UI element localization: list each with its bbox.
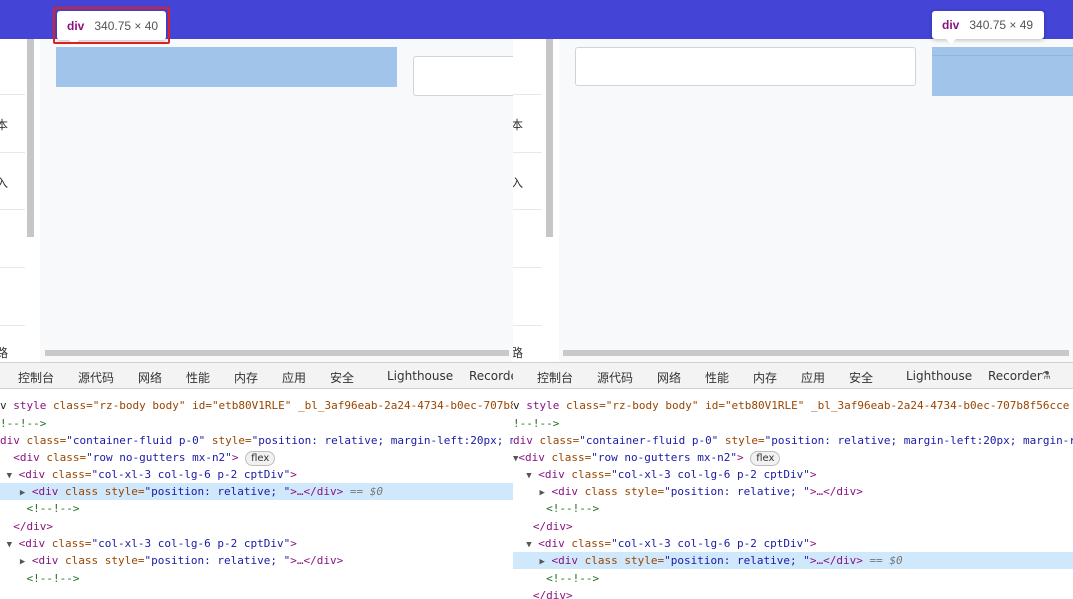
dom-row[interactable]: v style class="rz-body body" id="etb80V1… (513, 397, 1073, 414)
elements-tree: v style class="rz-body body" id="etb80V1… (0, 389, 513, 599)
dom-row[interactable]: ▶ <div class style="position: relative; … (513, 483, 1073, 500)
dom-row[interactable]: <!--!--> (0, 500, 513, 517)
sidebar-scrollbar[interactable] (546, 39, 553, 237)
dom-row[interactable]: ▼ <div class="col-xl-3 col-lg-6 p-2 cptD… (513, 535, 1073, 552)
dom-row[interactable]: div class="container-fluid p-0" style="p… (513, 432, 1073, 449)
form-input-box[interactable] (413, 56, 513, 96)
dom-row[interactable]: <!--!--> (513, 570, 1073, 587)
dom-row[interactable]: ▼ <div class="col-xl-3 col-lg-6 p-2 cptD… (513, 466, 1073, 483)
tab-network[interactable]: 网络 (138, 369, 162, 386)
tab-security[interactable]: 安全 (849, 369, 873, 386)
page-sidebar: 本 入 路 (0, 39, 25, 362)
tab-lighthouse[interactable]: Lighthouse (906, 369, 972, 383)
tab-memory[interactable]: 内存 (753, 369, 777, 386)
inspected-element-highlight (932, 47, 1073, 96)
dom-row[interactable]: </div> (513, 518, 1073, 535)
left-screenshot-panel: 本 入 路 div 340.75 × 40 控制台 源代码 网络 性能 内存 应… (0, 0, 513, 599)
dom-row[interactable]: </div> (0, 518, 513, 535)
sidebar-glyph: 路 (0, 346, 9, 360)
horizontal-scrollbar[interactable] (563, 350, 1069, 356)
beaker-icon: ⚗ (1041, 369, 1051, 382)
page-content-area (40, 39, 513, 362)
tab-console[interactable]: 控制台 (18, 369, 54, 386)
tooltip-tag: div (942, 18, 960, 32)
dom-row[interactable]: <!--!--> (0, 570, 513, 587)
flex-badge[interactable]: flex (750, 451, 781, 466)
dom-row[interactable]: <!--!--> (513, 500, 1073, 517)
dom-row-selected[interactable]: ▶ <div class style="position: relative; … (513, 552, 1073, 569)
elements-tree: v style class="rz-body body" id="etb80V1… (513, 389, 1073, 599)
tab-recorder[interactable]: Recorder (988, 369, 1042, 383)
devtools-tab-bar: 控制台 源代码 网络 性能 内存 应用 安全 Lighthouse Record… (0, 362, 513, 389)
sidebar-glyph: 路 (513, 346, 524, 360)
dom-row[interactable]: !--!--> (513, 415, 1073, 432)
dom-row[interactable]: ▼ <div class="col-xl-3 col-lg-6 p-2 cptD… (0, 535, 513, 552)
form-input-box[interactable] (575, 47, 916, 86)
dom-row[interactable]: v style class="rz-body body" id="etb80V1… (0, 397, 513, 414)
dom-row[interactable]: ▼ <div class="col-xl-3 col-lg-6 p-2 cptD… (0, 466, 513, 483)
dom-row[interactable]: !--!--> (0, 415, 513, 432)
devtools-tab-bar: 控制台 源代码 网络 性能 内存 应用 安全 Lighthouse Record… (513, 362, 1073, 389)
red-annotation-frame (53, 7, 170, 44)
tab-recorder[interactable]: Recorde (469, 369, 513, 383)
tab-memory[interactable]: 内存 (234, 369, 258, 386)
tab-console[interactable]: 控制台 (537, 369, 573, 386)
tab-application[interactable]: 应用 (282, 369, 306, 386)
dom-row-selected[interactable]: ▶ <div class style="position: relative; … (0, 483, 513, 500)
dom-row[interactable]: ▶ <div class style="position: relative; … (0, 552, 513, 569)
tab-network[interactable]: 网络 (657, 369, 681, 386)
element-size-tooltip: div 340.75 × 49 (932, 11, 1044, 44)
inspected-element-highlight (56, 47, 397, 87)
dom-row[interactable]: </div> (513, 587, 1073, 599)
sidebar-glyph: 入 (513, 176, 524, 190)
tab-lighthouse[interactable]: Lighthouse (387, 369, 453, 383)
tab-sources[interactable]: 源代码 (78, 369, 114, 386)
sidebar-scrollbar[interactable] (27, 39, 34, 237)
tab-security[interactable]: 安全 (330, 369, 354, 386)
sidebar-glyph: 本 (513, 118, 524, 132)
page-content-area (559, 39, 1073, 362)
tab-application[interactable]: 应用 (801, 369, 825, 386)
horizontal-scrollbar[interactable] (45, 350, 509, 356)
dom-row[interactable]: <div class="row no-gutters mx-n2"> flex (0, 449, 513, 466)
tab-sources[interactable]: 源代码 (597, 369, 633, 386)
dom-row[interactable]: div class="container-fluid p-0" style="p… (0, 432, 513, 449)
tab-performance[interactable]: 性能 (186, 369, 210, 386)
tooltip-dimensions: 340.75 × 49 (969, 18, 1034, 32)
tab-performance[interactable]: 性能 (705, 369, 729, 386)
right-screenshot-panel: 本 入 路 div 340.75 × 49 控制台 源代码 网络 性能 内存 应… (513, 0, 1073, 599)
sidebar-glyph: 本 (0, 118, 9, 132)
sidebar-glyph: 入 (0, 176, 9, 190)
dom-row[interactable]: ▼<div class="row no-gutters mx-n2"> flex (513, 449, 1073, 466)
page-sidebar: 本 入 路 (513, 39, 542, 362)
flex-badge[interactable]: flex (245, 451, 276, 466)
